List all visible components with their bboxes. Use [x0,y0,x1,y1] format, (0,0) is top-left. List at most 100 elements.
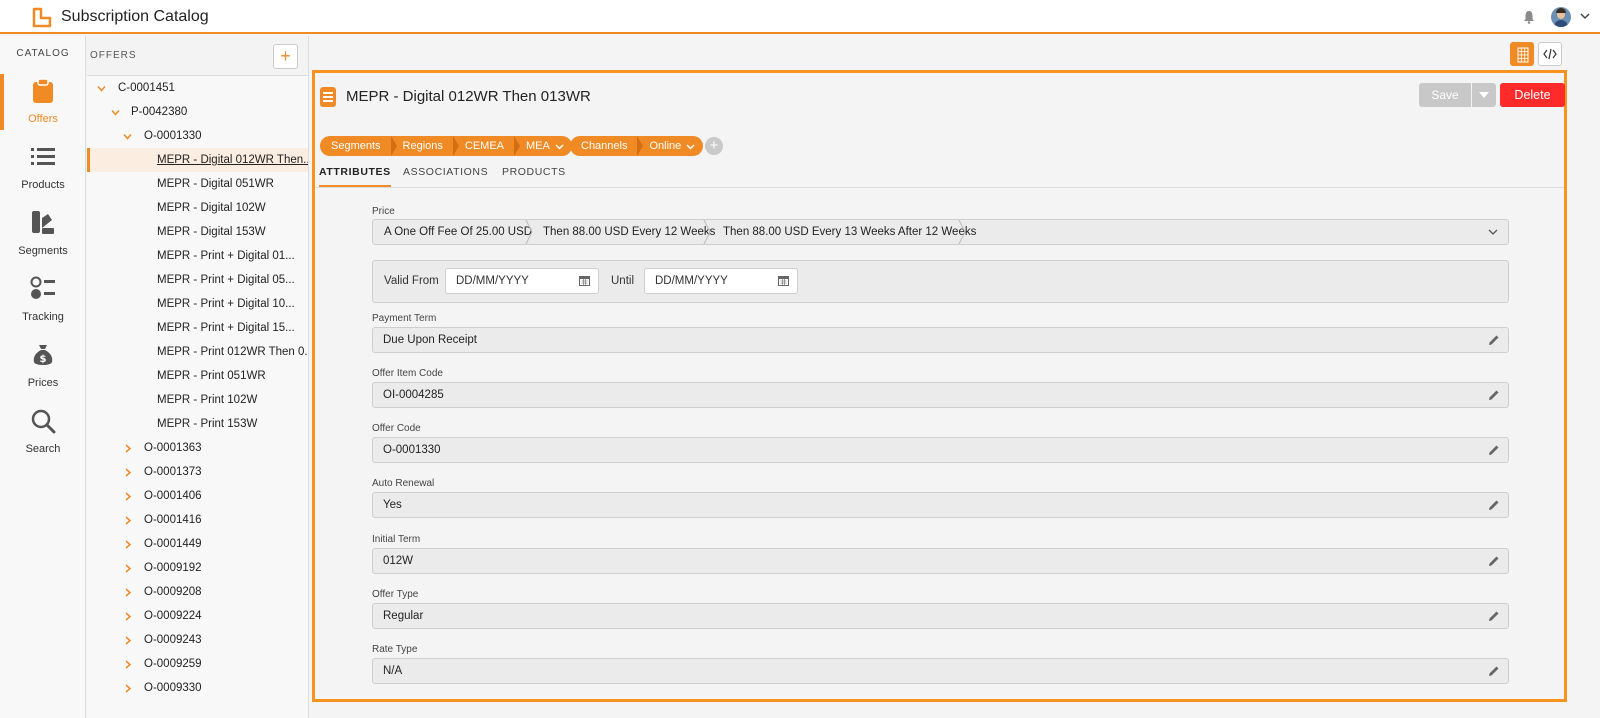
offer-type-label: Offer Type [372,589,419,600]
tree-row[interactable]: C-0001451 [87,76,308,100]
tree-row[interactable]: MEPR - Digital 153W [87,220,308,244]
crumb-segments[interactable]: Segments [320,136,391,156]
tree-row-label: O-0009259 [144,658,202,670]
initial-term-field[interactable]: 012W [372,548,1509,574]
price-select[interactable]: A One Off Fee Of 25.00 USD Then 88.00 US… [372,219,1509,245]
app-title: Subscription Catalog [61,8,209,25]
tree-row[interactable]: MEPR - Print 051WR [87,364,308,388]
chevron-right-icon[interactable] [123,636,132,645]
tree-row[interactable]: O-0001406 [87,484,308,508]
tree-row[interactable]: MEPR - Print + Digital 01... [87,244,308,268]
tree-row[interactable]: O-0009192 [87,556,308,580]
user-avatar[interactable] [1551,7,1571,27]
calendar-icon[interactable] [778,275,789,286]
nav-item-segments[interactable]: Segments [0,210,86,270]
crumb-cemea[interactable]: CEMEA [452,136,515,156]
tree-row[interactable]: O-0009224 [87,604,308,628]
tree-row[interactable]: O-0009259 [87,652,308,676]
nav-item-prices[interactable]: $ Prices [0,342,86,402]
offer-code-field[interactable]: O-0001330 [372,437,1509,463]
rate-type-field[interactable]: N/A [372,658,1509,684]
nav-item-tracking[interactable]: Tracking [0,276,86,336]
tree-row[interactable]: O-0009243 [87,628,308,652]
nav-item-search[interactable]: Search [0,408,86,468]
pencil-icon[interactable] [1488,444,1500,456]
chevron-right-icon[interactable] [123,468,132,477]
valid-from-input[interactable]: DD/MM/YYYY [445,268,599,294]
nav-label: Prices [27,377,59,389]
tree-row[interactable]: MEPR - Print + Digital 15... [87,316,308,340]
tree-row[interactable]: O-0001363 [87,436,308,460]
chevron-right-icon[interactable] [123,540,132,549]
offer-type-field[interactable]: Regular [372,603,1509,629]
tree-row[interactable]: P-0042380 [87,100,308,124]
pencil-icon[interactable] [1488,665,1500,677]
until-input[interactable]: DD/MM/YYYY [644,268,798,294]
pencil-icon[interactable] [1488,389,1500,401]
chevron-down-icon[interactable] [97,84,106,93]
bell-icon[interactable] [1523,10,1535,24]
offer-item-code-label: Offer Item Code [372,368,443,379]
crumb-online[interactable]: Online [637,136,704,156]
save-button[interactable]: Save [1419,83,1471,107]
nav-item-products[interactable]: Products [0,144,86,204]
payment-term-field[interactable]: Due Upon Receipt [372,327,1509,353]
calendar-icon[interactable] [579,275,590,286]
money-bag-icon: $ [33,345,53,365]
tree-row[interactable]: O-0001449 [87,532,308,556]
tab-associations[interactable]: ASSOCIATIONS [403,166,488,185]
tree-row[interactable]: MEPR - Print 153W [87,412,308,436]
chevron-right-icon[interactable] [123,684,132,693]
tree-row[interactable]: MEPR - Digital 051WR [87,172,308,196]
chevron-down-icon[interactable] [111,108,120,117]
pencil-icon[interactable] [1488,610,1500,622]
separator-icon [525,220,533,244]
tree-row-label: MEPR - Print 051WR [157,370,266,382]
top-bar: Subscription Catalog [0,0,1600,34]
pencil-icon[interactable] [1488,499,1500,511]
grid-icon [1517,47,1529,63]
save-options-button[interactable] [1472,83,1496,107]
tree-row[interactable]: O-0001373 [87,460,308,484]
tab-products[interactable]: PRODUCTS [502,166,566,185]
chevron-right-icon[interactable] [123,492,132,501]
crumb-mea[interactable]: MEA [514,136,572,156]
tree-row[interactable]: MEPR - Print 012WR Then 0... [87,340,308,364]
crumb-regions[interactable]: Regions [390,136,453,156]
tree-row[interactable]: MEPR - Print 102W [87,388,308,412]
app-logo-icon [32,7,52,28]
pencil-icon[interactable] [1488,334,1500,346]
nav-item-offers[interactable]: Offers [0,74,86,138]
tree-row[interactable]: O-0001416 [87,508,308,532]
pencil-icon[interactable] [1488,555,1500,567]
delete-button[interactable]: Delete [1500,83,1565,107]
tree-row-label: O-0001363 [144,442,202,454]
grid-view-button[interactable] [1510,42,1534,66]
tree-row[interactable]: MEPR - Print + Digital 10... [87,292,308,316]
auto-renewal-field[interactable]: Yes [372,492,1509,518]
chevron-right-icon[interactable] [123,444,132,453]
code-view-button[interactable] [1538,42,1562,66]
tree-row[interactable]: O-0009330 [87,676,308,700]
tree-row[interactable]: MEPR - Digital 102W [87,196,308,220]
add-offer-button[interactable]: + [273,44,298,69]
tree-row-label: MEPR - Digital 051WR [157,178,274,190]
offer-item-code-field[interactable]: OI-0004285 [372,382,1509,408]
tree-row[interactable]: MEPR - Print + Digital 05... [87,268,308,292]
chevron-right-icon[interactable] [123,660,132,669]
chevron-right-icon[interactable] [123,588,132,597]
crumb-channels[interactable]: Channels [570,136,638,156]
tree-row-label: O-0001373 [144,466,202,478]
chevron-down-icon[interactable] [1580,11,1590,21]
tree-row[interactable]: O-0001330 [87,124,308,148]
tree-row[interactable]: O-0009208 [87,580,308,604]
add-breadcrumb-button[interactable]: + [705,137,723,155]
tree-row-label: MEPR - Print + Digital 01... [157,250,295,262]
tree-row[interactable]: MEPR - Digital 012WR Then... [87,148,308,172]
chevron-right-icon[interactable] [123,612,132,621]
tree-row-label: O-0009224 [144,610,202,622]
chevron-right-icon[interactable] [123,516,132,525]
chevron-right-icon[interactable] [123,564,132,573]
chevron-down-icon[interactable] [123,132,132,141]
tab-attributes[interactable]: ATTRIBUTES [319,166,391,187]
